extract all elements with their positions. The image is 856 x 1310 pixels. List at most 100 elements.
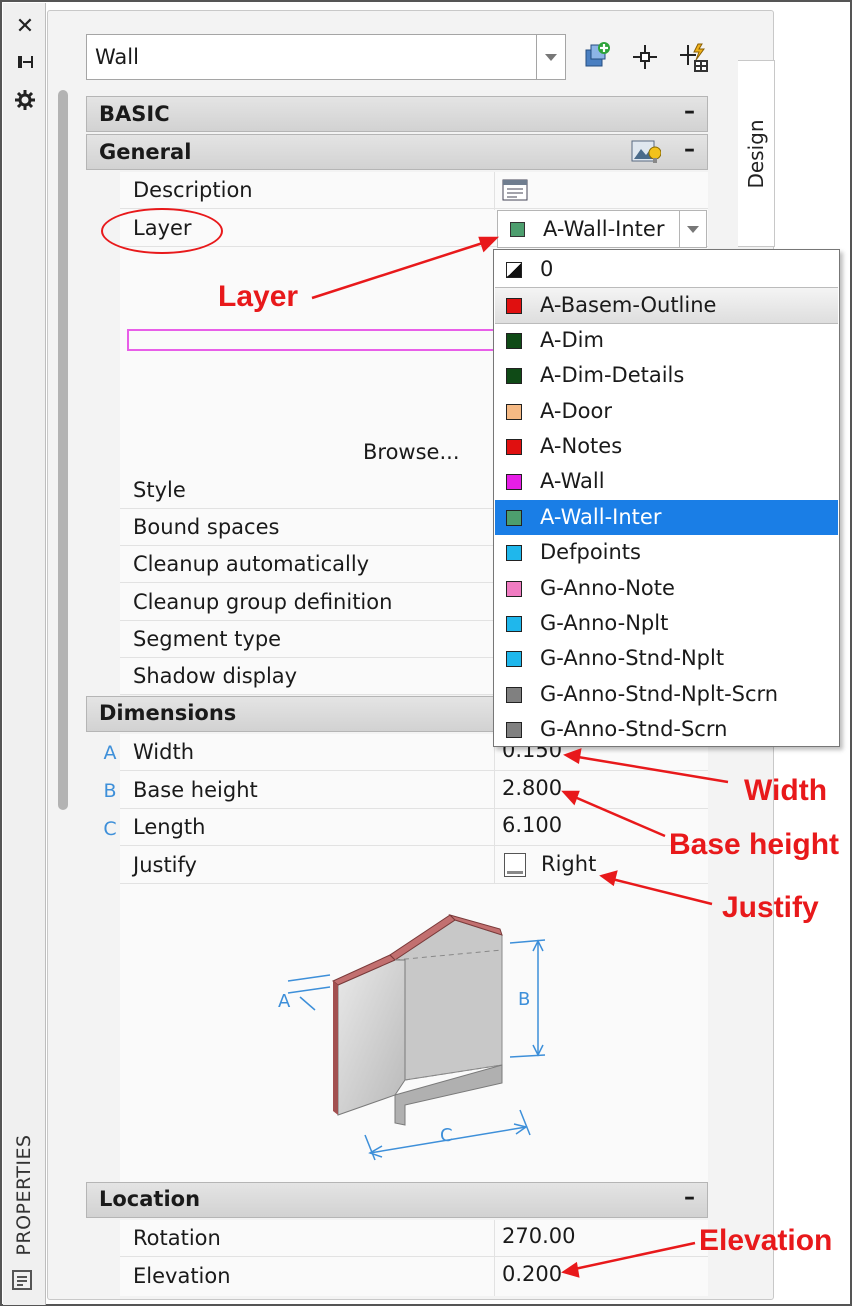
layer-color-swatch [506,580,522,597]
annotation-width: Width [744,774,828,807]
layer-list-item-label: A-Wall [540,469,605,494]
rotation-value[interactable]: 270.00 [502,1224,575,1248]
layer-list-item[interactable]: A-Door [495,394,838,429]
property-row-length[interactable]: Length 6.100 [120,809,708,846]
layer-list-item-label: A-Dim-Details [540,363,685,388]
chevron-down-icon[interactable] [679,211,706,247]
layer-color-swatch [506,474,522,491]
annotation-base-height: Base height [669,828,840,861]
layer-list-item[interactable]: A-Dim [495,323,838,358]
width-label: Width [133,740,195,764]
layer-color-swatch [506,403,522,420]
layer-list-item[interactable]: A-Wall-Inter [495,499,838,535]
property-row-justify[interactable]: Justify Right [120,847,708,884]
layer-list-item[interactable]: G-Anno-Stnd-Nplt [495,641,838,676]
panel-vertical-title: PROPERTIES [13,1134,35,1256]
bound-spaces-label: Bound spaces [133,515,280,539]
layer-color-swatch [506,545,522,562]
cleanup-auto-label: Cleanup automatically [133,552,370,576]
property-row-rotation[interactable]: Rotation 270.00 [120,1220,708,1257]
layer-list-item[interactable]: Defpoints [495,535,838,570]
cleanup-group-label: Cleanup group definition [133,590,393,614]
layer-list-item-label: A-Wall-Inter [540,504,662,529]
property-row-base-height[interactable]: Base height 2.800 [120,772,708,809]
annotation-layer: Layer [218,280,299,313]
palette-title-bar: ✕ [3,3,46,1305]
base-height-value[interactable]: 2.800 [502,776,562,800]
layer-list-item-label: A-Basem-Outline [540,293,717,318]
diagram-label-b: B [518,989,530,1010]
layer-list-item[interactable]: G-Anno-Note [495,571,838,606]
layer-list-item[interactable]: A-Dim-Details [495,358,838,393]
layer-list-item[interactable]: G-Anno-Stnd-Scrn [495,712,838,747]
layer-dropdown-list[interactable]: 0 A-Basem-Outline A-Dim A-Dim-Details A-Door… [493,249,840,747]
property-row-description[interactable]: Description [120,172,708,209]
layer-color-swatch [506,722,522,739]
section-location[interactable]: Location – [86,1182,708,1218]
browse-link[interactable]: Browse... [363,440,460,464]
shadow-display-label: Shadow display [133,664,298,688]
object-type-select[interactable]: Wall [86,34,566,80]
section-basic[interactable]: BASIC – [86,96,708,132]
layer-list-item[interactable]: G-Anno-Stnd-Nplt-Scrn [495,677,838,712]
quick-properties-icon[interactable] [12,1270,32,1290]
length-label: Length [133,815,206,839]
section-basic-title: BASIC [99,102,170,126]
tab-design[interactable]: Design [738,60,775,247]
layer-list-item-label: G-Anno-Nplt [540,611,669,635]
layer-color-swatch [506,509,522,526]
justify-label: Justify [133,853,197,877]
layer-list-item-label: G-Anno-Note [540,575,675,600]
chevron-down-icon[interactable] [536,35,565,79]
layer-value: A-Wall-Inter [543,217,665,241]
elevation-label: Elevation [133,1264,231,1288]
style-label: Style [133,478,186,502]
layer-list-item-label: Defpoints [540,540,641,565]
segment-type-label: Segment type [133,627,282,651]
layer-color-swatch [506,686,522,703]
select-objects-icon[interactable] [630,42,660,72]
layer-list-item[interactable]: G-Anno-Nplt [495,606,838,641]
layer-list-item-label: G-Anno-Stnd-Nplt [540,646,725,671]
section-location-title: Location [99,1187,201,1211]
collapse-icon[interactable]: – [684,99,695,124]
style-image-icon[interactable] [631,139,662,165]
annotation-elevation: Elevation [699,1224,833,1257]
layer-color-swatch [506,262,522,278]
length-value[interactable]: 6.100 [502,813,562,837]
diagram-label-c: C [440,1125,453,1146]
property-row-elevation[interactable]: Elevation 0.200 [120,1258,708,1295]
wall-dimensions-diagram: B A C [278,914,546,1161]
settings-icon[interactable] [11,89,39,117]
dimension-letter-b: B [103,780,117,802]
annotation-justify: Justify [722,891,819,924]
close-icon[interactable]: ✕ [11,13,39,41]
layer-list-item[interactable]: 0 [495,252,838,287]
base-height-label: Base height [133,778,258,802]
quick-select-icon[interactable] [678,42,708,72]
style-preview-box [127,329,497,351]
layer-highlight-ellipse [101,208,223,254]
add-to-selection-icon[interactable] [582,40,612,70]
justify-icon [504,853,526,877]
layer-list-item-label: A-Dim [540,327,604,352]
layer-list-item-label: G-Anno-Stnd-Nplt-Scrn [540,681,779,706]
layer-color-swatch [506,439,522,455]
layer-color-swatch [506,298,522,315]
layer-list-item[interactable]: A-Notes [495,429,838,464]
elevation-value[interactable]: 0.200 [502,1262,562,1286]
auto-hide-icon[interactable] [11,51,39,79]
description-editor-icon[interactable] [502,178,528,202]
collapse-icon[interactable]: – [684,1185,695,1210]
layer-list-item[interactable]: A-Wall [495,464,838,499]
description-label: Description [133,178,253,202]
dimension-letter-c: C [103,818,117,840]
collapse-icon[interactable]: – [684,137,695,162]
section-dimensions-title: Dimensions [99,701,237,725]
justify-value[interactable]: Right [541,852,596,876]
layer-list-item[interactable]: A-Basem-Outline [495,287,838,325]
layer-color-swatch [506,616,522,632]
layer-select[interactable]: A-Wall-Inter [497,210,707,248]
scrollbar[interactable] [58,90,68,810]
section-general[interactable]: General – [86,134,708,170]
